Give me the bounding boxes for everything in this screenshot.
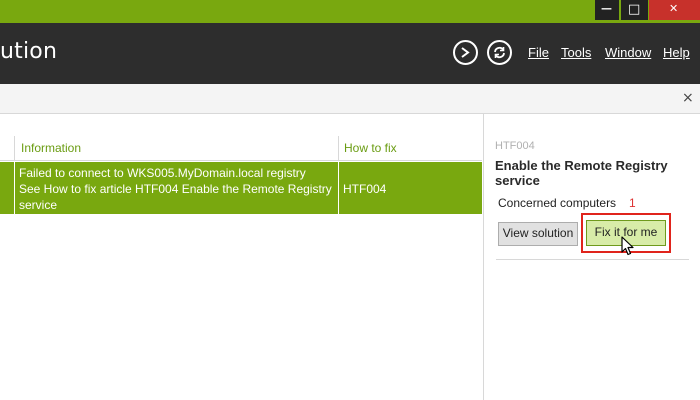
solution-title: Enable the Remote Registry service	[495, 158, 668, 188]
document-tab-strip: ×	[0, 84, 700, 114]
menu-window[interactable]: Window	[605, 45, 651, 60]
panel-divider	[496, 259, 689, 260]
maximize-button[interactable]: □	[621, 0, 648, 20]
minimize-icon: —	[601, 2, 612, 15]
article-code: HTF004	[495, 140, 535, 152]
view-solution-button[interactable]: View solution	[498, 222, 578, 246]
column-header-how-to-fix[interactable]: How to fix	[344, 141, 397, 155]
refresh-icon	[494, 46, 505, 59]
column-separator	[14, 162, 15, 214]
row-how-to-fix[interactable]: HTF004	[343, 181, 386, 197]
title-bar: — □ ✕	[0, 0, 700, 23]
row-information-line: See How to fix article HTF004 Enable the…	[19, 182, 332, 196]
mouse-cursor-icon	[621, 236, 634, 256]
close-tab-icon[interactable]: ×	[682, 90, 694, 106]
row-information-line: service	[19, 198, 58, 212]
concerned-computers-label: Concerned computers	[498, 196, 617, 210]
row-information-line: Failed to connect to WKS005.MyDomain.loc…	[19, 166, 306, 180]
sigma-icon	[461, 47, 470, 58]
refresh-button[interactable]	[487, 40, 512, 65]
sigma-button[interactable]	[453, 40, 478, 65]
grid-header: Information How to fix	[0, 136, 482, 161]
minimize-button[interactable]: —	[595, 0, 619, 20]
menu-tools[interactable]: Tools	[561, 45, 591, 60]
table-row[interactable]: Failed to connect to WKS005.MyDomain.loc…	[0, 162, 482, 214]
close-button[interactable]: ✕	[649, 0, 700, 20]
maximize-icon: □	[628, 2, 641, 17]
app-header: ution File Tools Window Help	[0, 23, 700, 84]
concerned-computers-count: 1	[629, 196, 636, 210]
solution-panel: HTF004 Enable the Remote Registry servic…	[483, 114, 700, 400]
close-icon: ✕	[669, 2, 679, 15]
column-separator	[14, 136, 15, 161]
column-header-information[interactable]: Information	[21, 141, 81, 155]
menu-help[interactable]: Help	[663, 45, 690, 60]
app-title: ution	[0, 39, 58, 64]
column-separator	[338, 162, 339, 214]
column-separator	[338, 136, 339, 161]
menu-file[interactable]: File	[528, 45, 549, 60]
